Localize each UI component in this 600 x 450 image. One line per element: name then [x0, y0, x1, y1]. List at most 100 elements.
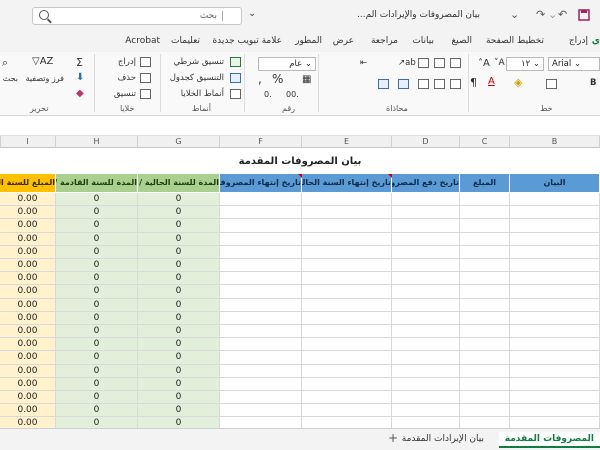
- cell-d-row-9[interactable]: [392, 298, 460, 312]
- cell-e-row-4[interactable]: [302, 232, 392, 246]
- format-cells-icon[interactable]: [140, 89, 151, 99]
- borders-icon[interactable]: [546, 79, 557, 89]
- save-icon[interactable]: [578, 9, 590, 21]
- fill-icon[interactable]: ⬇: [76, 72, 84, 83]
- increase-decimal-icon[interactable]: .00: [286, 90, 299, 99]
- cell-e-row-9[interactable]: [302, 298, 392, 312]
- column-header-i[interactable]: I: [0, 136, 56, 148]
- conditional-format-icon[interactable]: [230, 57, 241, 67]
- cell-b-row-12[interactable]: [510, 338, 600, 352]
- cell-i-row-14[interactable]: 0.00: [0, 364, 56, 378]
- column-header-d[interactable]: D: [392, 136, 460, 148]
- cell-c-row-3[interactable]: [460, 219, 510, 233]
- delete-cells-button[interactable]: حذف: [117, 73, 136, 83]
- cell-e-row-13[interactable]: [302, 351, 392, 365]
- cell-h-row-5[interactable]: 0: [56, 245, 138, 259]
- cell-c-row-2[interactable]: [460, 206, 510, 220]
- cell-i-row-15[interactable]: 0.00: [0, 377, 56, 391]
- tab-page-layout[interactable]: تخطيط الصفحة: [486, 36, 544, 46]
- cell-b-row-16[interactable]: [510, 391, 600, 405]
- align-right-icon[interactable]: [450, 79, 461, 89]
- sheet-tab-revenues[interactable]: بيان الإيرادات المقدمة: [396, 432, 490, 448]
- column-header-f[interactable]: F: [220, 136, 302, 148]
- cell-g-row-4[interactable]: 0: [138, 232, 220, 246]
- insert-cells-icon[interactable]: [140, 57, 151, 67]
- cell-d-row-6[interactable]: [392, 259, 460, 273]
- sheet-tab-expenses[interactable]: المصروفات المقدمة: [498, 432, 600, 448]
- comma-style-icon[interactable]: ,: [258, 72, 262, 86]
- header-cell-e[interactable]: تاريخ إنتهاء السنة الحالية: [302, 174, 392, 193]
- cell-f-row-4[interactable]: [220, 232, 302, 246]
- cell-c-row-12[interactable]: [460, 338, 510, 352]
- tab-new[interactable]: علامة تبويب جديدة: [212, 36, 282, 46]
- cell-e-row-17[interactable]: [302, 404, 392, 418]
- cell-g-row-17[interactable]: 0: [138, 404, 220, 418]
- cell-g-row-1[interactable]: 0: [138, 193, 220, 207]
- font-color-icon[interactable]: A: [488, 76, 495, 87]
- cell-d-row-11[interactable]: [392, 325, 460, 339]
- sort-filter-icon[interactable]: AZ▽: [32, 56, 53, 67]
- column-header-g[interactable]: G: [138, 136, 220, 148]
- cell-f-row-3[interactable]: [220, 219, 302, 233]
- cell-i-row-12[interactable]: 0.00: [0, 338, 56, 352]
- cell-h-row-13[interactable]: 0: [56, 351, 138, 365]
- cell-b-row-3[interactable]: [510, 219, 600, 233]
- cell-f-row-1[interactable]: [220, 193, 302, 207]
- cell-f-row-15[interactable]: [220, 377, 302, 391]
- cell-d-row-13[interactable]: [392, 351, 460, 365]
- cell-i-row-1[interactable]: 0.00: [0, 193, 56, 207]
- cell-h-row-17[interactable]: 0: [56, 404, 138, 418]
- conditional-format-button[interactable]: تنسيق شرطي: [173, 57, 224, 67]
- comment-indicator-icon[interactable]: [298, 174, 302, 178]
- customize-qat-icon[interactable]: ⌄: [510, 8, 519, 21]
- cell-g-row-5[interactable]: 0: [138, 245, 220, 259]
- fill-color-icon[interactable]: ◈: [514, 76, 522, 89]
- cell-b-row-13[interactable]: [510, 351, 600, 365]
- cell-c-row-16[interactable]: [460, 391, 510, 405]
- format-as-table-button[interactable]: التنسيق كجدول: [170, 73, 224, 83]
- cell-b-row-2[interactable]: [510, 206, 600, 220]
- cell-i-row-13[interactable]: 0.00: [0, 351, 56, 365]
- cell-b-row-14[interactable]: [510, 364, 600, 378]
- undo-icon[interactable]: ↶: [558, 8, 567, 21]
- clear-icon[interactable]: ◆: [76, 88, 84, 99]
- font-size-combo[interactable]: ١٢ ⌄: [506, 57, 544, 71]
- cell-b-row-15[interactable]: [510, 377, 600, 391]
- cell-f-row-13[interactable]: [220, 351, 302, 365]
- find-select-button[interactable]: بحث وتحديد: [0, 74, 18, 83]
- cell-f-row-5[interactable]: [220, 245, 302, 259]
- header-cell-g[interactable]: المدة للسنة الحالية / يوم: [138, 174, 220, 193]
- cell-b-row-6[interactable]: [510, 259, 600, 273]
- cell-b-row-11[interactable]: [510, 325, 600, 339]
- cell-c-row-15[interactable]: [460, 377, 510, 391]
- cell-h-row-2[interactable]: 0: [56, 206, 138, 220]
- cell-d-row-15[interactable]: [392, 377, 460, 391]
- cell-f-row-16[interactable]: [220, 391, 302, 405]
- autosum-icon[interactable]: Σ: [76, 56, 83, 69]
- cell-f-row-6[interactable]: [220, 259, 302, 273]
- cell-c-row-17[interactable]: [460, 404, 510, 418]
- cell-g-row-16[interactable]: 0: [138, 391, 220, 405]
- cell-h-row-15[interactable]: 0: [56, 377, 138, 391]
- sort-filter-button[interactable]: فرز وتصفية: [26, 74, 64, 83]
- cell-styles-button[interactable]: أنماط الخلايا: [181, 89, 224, 99]
- cell-c-row-1[interactable]: [460, 193, 510, 207]
- tab-view[interactable]: عرض: [333, 36, 354, 46]
- cell-e-row-11[interactable]: [302, 325, 392, 339]
- cell-h-row-16[interactable]: 0: [56, 391, 138, 405]
- column-header-e[interactable]: E: [302, 136, 392, 148]
- cell-b-row-8[interactable]: [510, 285, 600, 299]
- cell-i-row-3[interactable]: 0.00: [0, 219, 56, 233]
- cell-e-row-3[interactable]: [302, 219, 392, 233]
- cell-e-row-12[interactable]: [302, 338, 392, 352]
- title-dropdown-icon[interactable]: ⌄: [248, 8, 256, 19]
- cell-f-row-7[interactable]: [220, 272, 302, 286]
- cell-i-row-4[interactable]: 0.00: [0, 232, 56, 246]
- cell-f-row-8[interactable]: [220, 285, 302, 299]
- cell-d-row-1[interactable]: [392, 193, 460, 207]
- cell-c-row-14[interactable]: [460, 364, 510, 378]
- cell-c-row-11[interactable]: [460, 325, 510, 339]
- search-box[interactable]: بحث: [32, 7, 242, 25]
- header-cell-d[interactable]: تاريخ دفع المصروف: [392, 174, 460, 193]
- shrink-font-icon[interactable]: A˅: [494, 58, 505, 68]
